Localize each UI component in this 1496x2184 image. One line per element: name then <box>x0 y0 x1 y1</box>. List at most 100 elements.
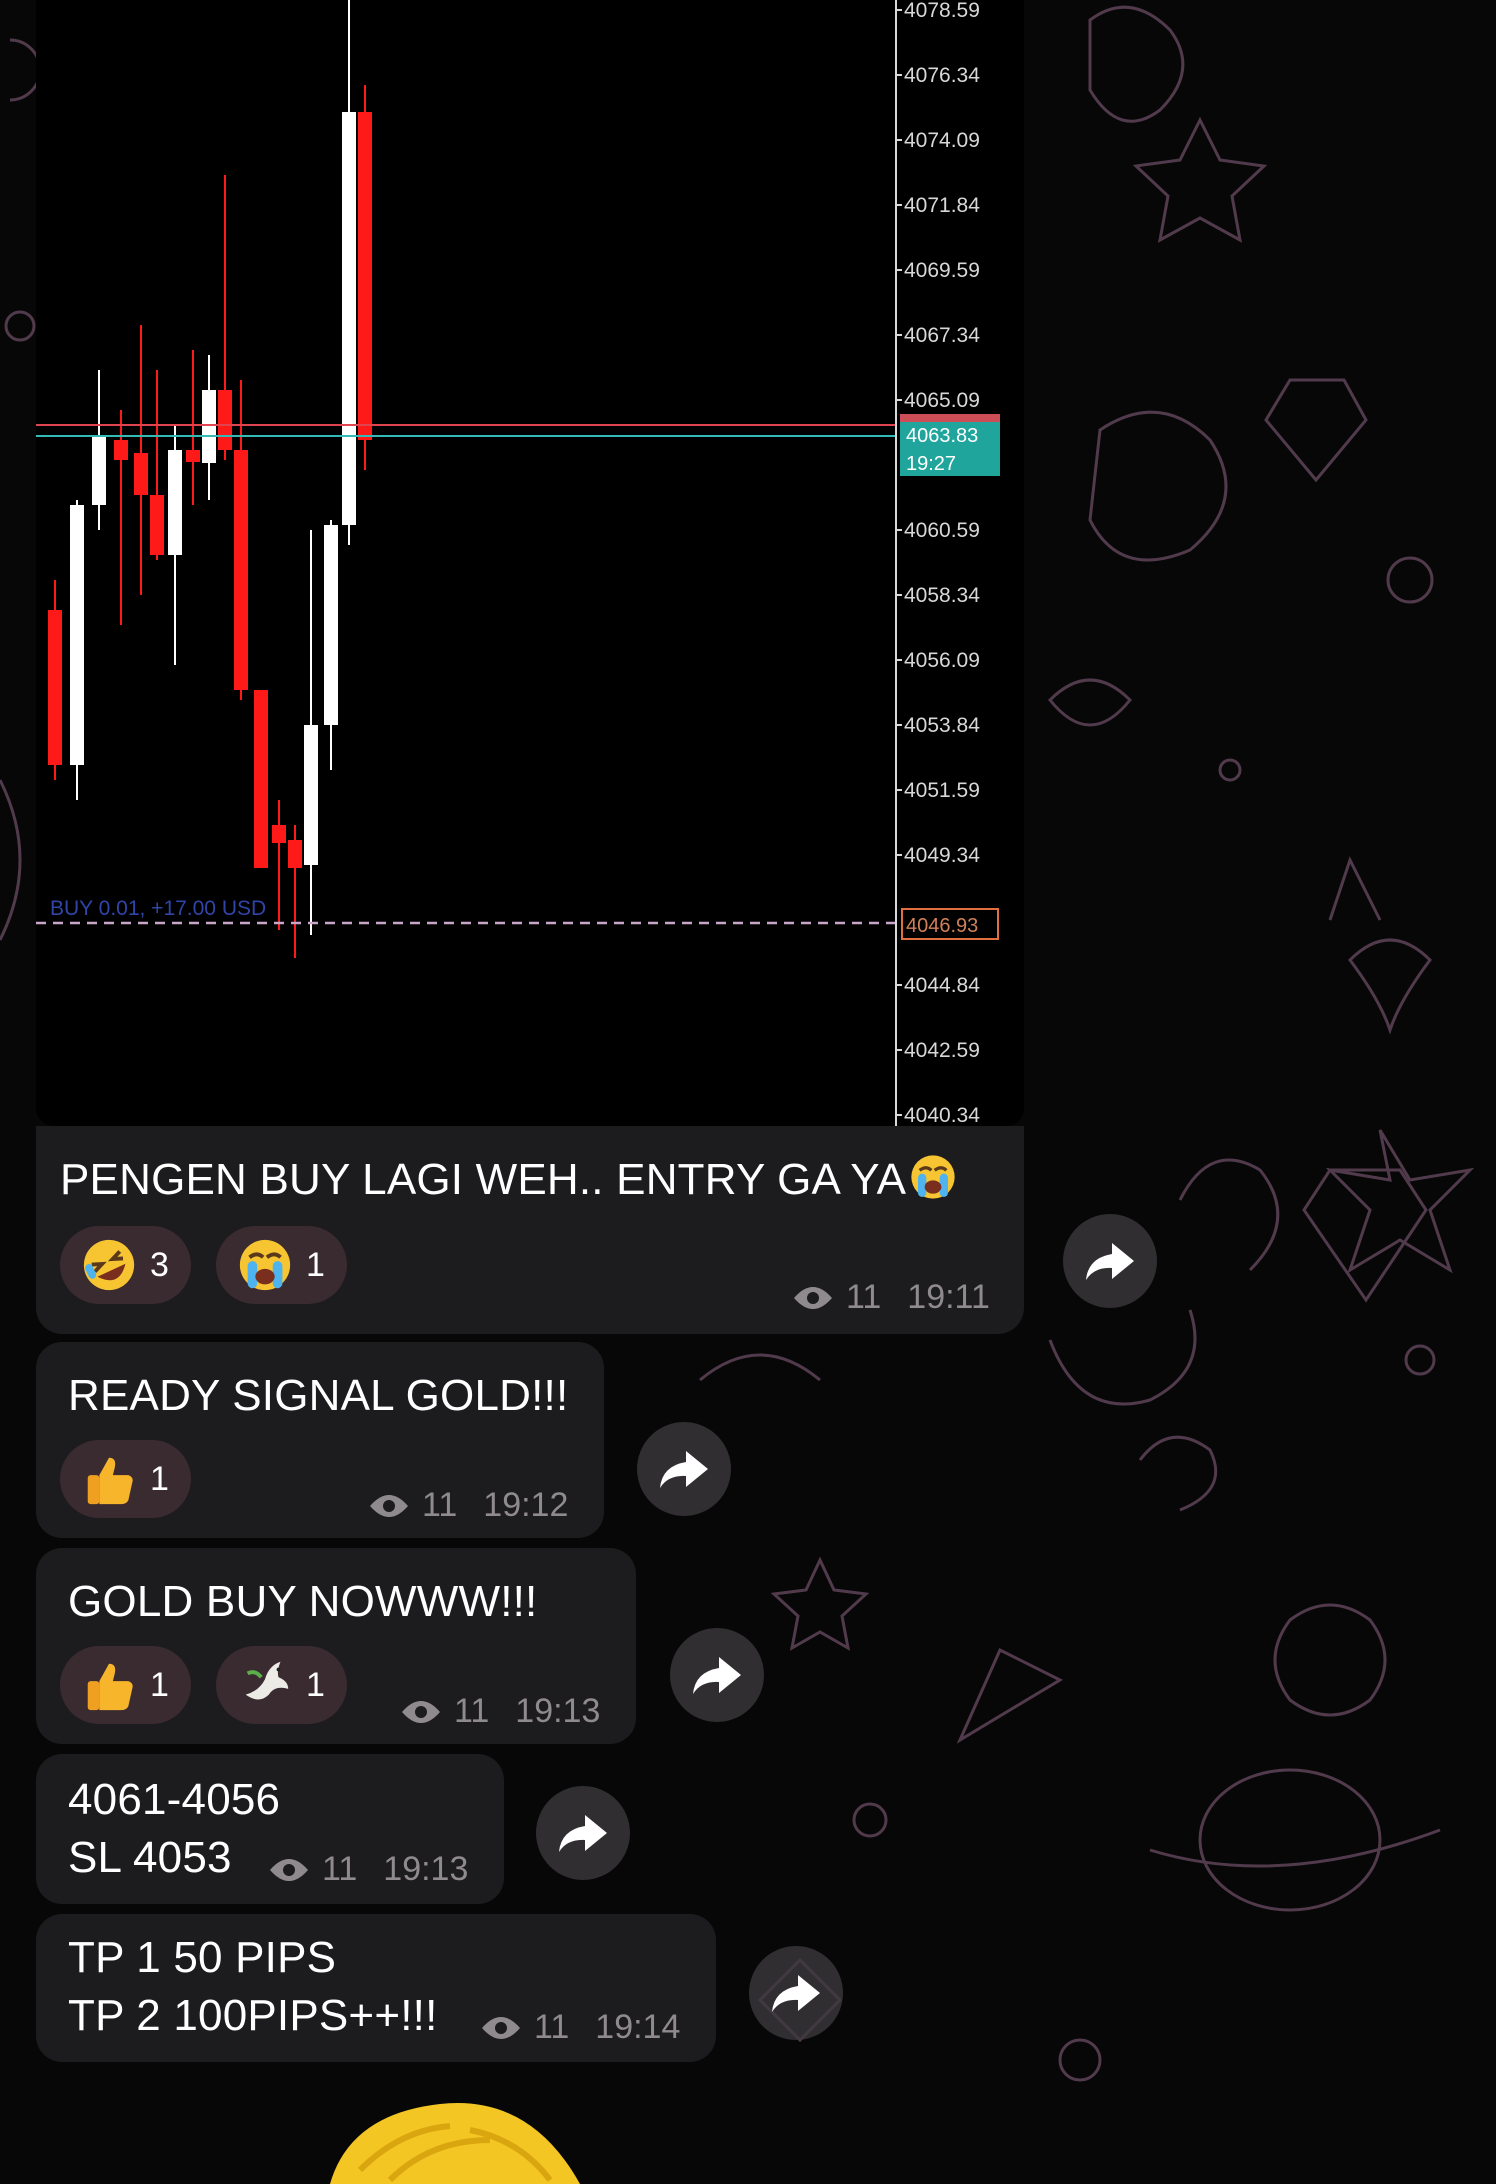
price-tick-label: 4076.34 <box>904 64 980 87</box>
forward-arrow-icon <box>693 1657 741 1694</box>
rolling-on-floor-laughing-icon <box>83 1239 135 1291</box>
bear-candle <box>234 450 248 690</box>
price-tick-label: 4040.34 <box>904 1104 980 1126</box>
thumbs-up-icon <box>87 1457 133 1505</box>
message-line-2: TP 2 100PIPS++!!! <box>68 1991 438 2040</box>
reaction-count: 3 <box>150 1245 169 1284</box>
position-price-text: 4046.93 <box>906 915 978 937</box>
bear-candle <box>288 840 302 868</box>
bull-candle <box>304 725 318 865</box>
price-tick-label: 4078.59 <box>904 0 980 22</box>
bull-candle <box>324 525 338 725</box>
reaction-thumbs-up[interactable]: 1 <box>60 1646 191 1724</box>
position-label: BUY 0.01, +17.00 USD <box>50 897 266 920</box>
forward-button-1[interactable] <box>1063 1214 1157 1308</box>
message-bubble-3[interactable]: GOLD BUY NOWWW!!! 1 1 11 19:13 <box>36 1548 636 1744</box>
reaction-count: 1 <box>150 1459 169 1498</box>
reaction-count: 1 <box>306 1245 325 1284</box>
bear-candle <box>150 495 164 555</box>
loudly-crying-face-icon <box>911 1155 955 1199</box>
bear-candle <box>114 440 128 460</box>
message-meta: 11 19:13 <box>400 1692 600 1731</box>
message-time: 19:14 <box>595 2008 681 2046</box>
price-tick-label: 4049.34 <box>904 844 980 867</box>
price-tick-label: 4044.84 <box>904 974 980 997</box>
bear-candle <box>48 610 62 765</box>
bear-candle <box>358 112 372 440</box>
dove-icon <box>245 1661 289 1700</box>
message-line-2: SL 4053 <box>68 1833 232 1882</box>
message-bubble-1[interactable]: PENGEN BUY LAGI WEH.. ENTRY GA YA 3 1 11… <box>36 1126 1024 1334</box>
price-tick-label: 4067.34 <box>904 324 980 347</box>
view-count: 11 <box>846 1278 882 1316</box>
bear-candle <box>272 825 286 843</box>
forward-arrow-icon <box>772 1975 820 2012</box>
bear-candle <box>218 390 232 450</box>
bull-candle <box>342 112 356 525</box>
message-meta: 11 19:12 <box>368 1486 568 1525</box>
price-tick-label: 4074.09 <box>904 129 980 152</box>
message-time: 19:11 <box>907 1278 990 1316</box>
current-time-text: 19:27 <box>906 453 956 475</box>
price-tick-label: 4060.59 <box>904 519 980 542</box>
message-time: 19:13 <box>515 1692 601 1730</box>
eye-icon <box>482 2016 520 2039</box>
price-tick-label: 4058.34 <box>904 584 980 607</box>
price-tick-label: 4065.09 <box>904 389 980 412</box>
forward-button-4[interactable] <box>536 1786 630 1880</box>
bear-candle <box>134 453 148 495</box>
sticker-partial[interactable] <box>320 2090 600 2184</box>
forward-button-3[interactable] <box>670 1628 764 1722</box>
bull-candle <box>70 505 84 765</box>
bear-candle <box>186 450 200 462</box>
bull-candle <box>168 450 182 555</box>
price-tick-label: 4071.84 <box>904 194 980 217</box>
current-price-text: 4063.83 <box>906 425 978 447</box>
forward-button-2[interactable] <box>637 1422 731 1516</box>
view-count: 11 <box>422 1486 458 1524</box>
view-count: 11 <box>454 1692 490 1730</box>
forward-arrow-icon <box>559 1815 607 1852</box>
price-axis: 4078.59 4076.34 4074.09 4071.84 4069.59 4067.… <box>896 0 980 1126</box>
forward-button-5[interactable] <box>749 1946 843 2040</box>
view-count: 11 <box>534 2008 570 2046</box>
reaction-rolling-laughing[interactable]: 3 <box>60 1226 191 1304</box>
chart-screenshot-image[interactable]: BUY 0.01, +17.00 USD 4078.59 4076.34 4074.… <box>36 0 1024 1126</box>
eye-icon <box>794 1286 832 1309</box>
eye-icon <box>370 1494 408 1517</box>
reaction-thumbs-up[interactable]: 1 <box>60 1440 191 1518</box>
price-tick-label: 4053.84 <box>904 714 980 737</box>
forward-arrow-icon <box>1086 1243 1134 1280</box>
bull-candle <box>92 435 106 505</box>
message-text: READY SIGNAL GOLD!!! <box>68 1371 569 1420</box>
message-line-1: 4061-4056 <box>68 1775 281 1824</box>
price-tick-label: 4069.59 <box>904 259 980 282</box>
message-meta: 11 19:11 <box>792 1278 990 1317</box>
message-time: 19:12 <box>483 1486 569 1524</box>
reaction-dove[interactable]: 1 <box>216 1646 347 1724</box>
reaction-crying[interactable]: 1 <box>216 1226 347 1304</box>
eye-icon <box>402 1700 440 1723</box>
message-bubble-4[interactable]: 4061-4056 SL 4053 11 19:13 <box>36 1754 504 1904</box>
message-bubble-2[interactable]: READY SIGNAL GOLD!!! 1 11 19:12 <box>36 1342 604 1538</box>
price-tick-label: 4051.59 <box>904 779 980 802</box>
forward-arrow-icon <box>660 1451 708 1488</box>
candlestick-chart: BUY 0.01, +17.00 USD 4078.59 4076.34 4074.… <box>36 0 1000 1126</box>
reaction-count: 1 <box>150 1665 169 1704</box>
reaction-count: 1 <box>306 1665 325 1704</box>
message-text: PENGEN BUY LAGI WEH.. ENTRY GA YA <box>60 1152 958 1208</box>
bull-candle <box>202 390 216 463</box>
message-bubble-5[interactable]: TP 1 50 PIPS TP 2 100PIPS++!!! 11 19:14 <box>36 1914 716 2062</box>
message-time: 19:13 <box>383 1850 469 1888</box>
bear-candle <box>254 690 268 868</box>
loudly-crying-face-icon <box>239 1239 291 1291</box>
message-meta: 11 19:13 <box>268 1850 468 1889</box>
message-meta: 11 19:14 <box>480 2008 680 2047</box>
thumbs-up-icon <box>87 1663 133 1711</box>
message-text: GOLD BUY NOWWW!!! <box>68 1577 538 1626</box>
message-line-1: TP 1 50 PIPS <box>68 1933 337 1982</box>
view-count: 11 <box>322 1850 358 1888</box>
price-tick-label: 4042.59 <box>904 1039 980 1062</box>
price-tick-label: 4056.09 <box>904 649 980 672</box>
eye-icon <box>270 1858 308 1881</box>
